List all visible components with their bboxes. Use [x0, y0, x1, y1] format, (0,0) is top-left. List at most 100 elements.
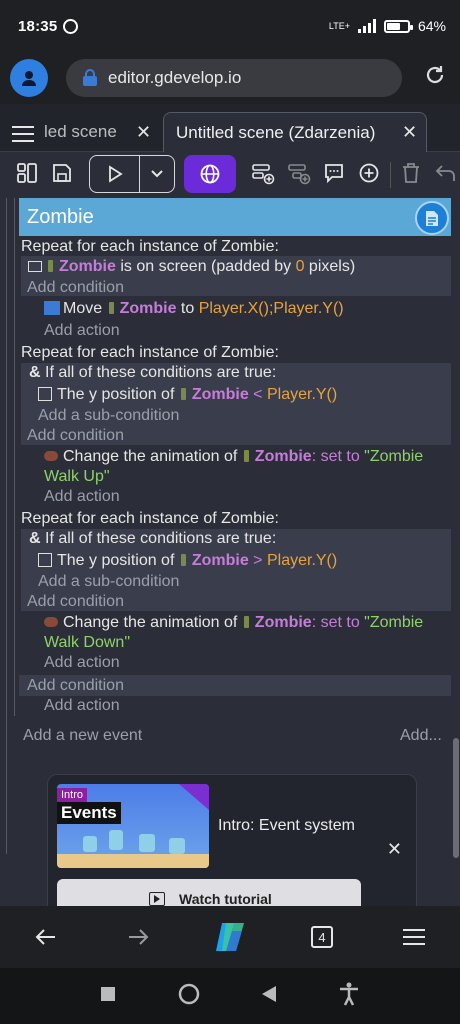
signal-icon [357, 19, 376, 33]
event-group-header[interactable]: Zombie [19, 198, 451, 236]
add-subevent-icon[interactable] [286, 160, 312, 186]
system-nav-bar [0, 968, 460, 1024]
sub-condition-line[interactable]: The y position of Zombie < Player.Y() [38, 386, 337, 404]
zombie-object-icon [48, 260, 53, 272]
toolbar [0, 152, 460, 198]
animation-icon [44, 617, 58, 627]
recents-icon[interactable] [101, 986, 116, 1006]
alarm-icon [63, 18, 79, 34]
repeat-header[interactable]: Repeat for each instance of Zombie: [21, 238, 279, 256]
action-line[interactable]: Change the animation of Zombie: set to "… [44, 447, 444, 487]
add-action-link[interactable]: Add action [44, 322, 120, 340]
sub-condition-line[interactable]: The y position of Zombie > Player.Y() [38, 552, 337, 570]
gdevelop-logo-icon [179, 784, 209, 810]
scrollbar[interactable] [453, 738, 459, 858]
status-bar: 18:35 LTE+ 64% [0, 0, 460, 52]
back-icon[interactable] [262, 985, 277, 1007]
preview-play-icon[interactable] [90, 156, 140, 192]
close-tab-icon[interactable]: ✕ [402, 122, 417, 143]
url-bar[interactable]: editor.gdevelop.io [66, 59, 402, 97]
profile-avatar-icon[interactable] [10, 59, 48, 97]
add-condition-link[interactable]: Add condition [27, 593, 124, 611]
editor-tabs: led scene ✕ Untitled scene (Zdarzenia) ✕ [0, 104, 460, 152]
add-condition-link[interactable]: Add condition [27, 279, 124, 297]
tabs-switcher-icon[interactable]: 4 [276, 926, 368, 948]
add-condition-link[interactable]: Add condition [27, 427, 124, 445]
checkbox-icon [38, 553, 52, 567]
checkbox-icon [38, 387, 52, 401]
home-icon[interactable] [178, 983, 200, 1010]
thumbnail-tag: Intro [57, 788, 88, 802]
browser-bottom-nav: 4 [0, 906, 460, 968]
add-event-icon[interactable] [250, 160, 276, 186]
tab-scene-events[interactable]: Untitled scene (Zdarzenia) ✕ [163, 112, 427, 152]
browser-menu-icon[interactable] [368, 928, 460, 946]
play-video-icon [149, 892, 165, 906]
back-arrow-icon[interactable] [0, 928, 92, 946]
repeat-header[interactable]: Repeat for each instance of Zombie: [21, 344, 279, 362]
close-tab-icon[interactable]: ✕ [136, 122, 151, 143]
status-time: 18:35 [18, 17, 58, 35]
zombie-object-icon [243, 616, 249, 628]
group-title: Zombie [27, 205, 94, 228]
tabs-count: 4 [311, 926, 333, 948]
watch-tutorial-button[interactable]: Watch tutorial [57, 879, 361, 906]
condition-line[interactable]: Zombie is on screen (padded by 0 pixels) [28, 258, 355, 276]
and-condition[interactable]: & If all of these conditions are true: [29, 364, 276, 382]
tab-label: Untitled scene (Zdarzenia) [176, 122, 376, 142]
add-new-event-link[interactable]: Add a new event [23, 727, 142, 745]
tab-label: led scene [44, 122, 117, 141]
tutorial-card: Intro Events Intro: Event system ✕ Watch… [47, 774, 417, 906]
toolbar-divider [390, 162, 391, 188]
battery-percent: 64% [417, 18, 446, 34]
and-icon: & [29, 364, 41, 381]
event-rail [6, 198, 14, 854]
network-type: LTE+ [328, 20, 350, 31]
save-icon[interactable] [49, 160, 75, 186]
delete-icon[interactable] [398, 160, 424, 186]
add-action-link[interactable]: Add action [44, 654, 120, 672]
notes-icon[interactable] [415, 201, 449, 235]
add-action-link[interactable]: Add action [44, 488, 120, 506]
tab-scene[interactable]: led scene ✕ [44, 112, 160, 152]
move-action-icon [44, 301, 60, 315]
chevron-down-icon[interactable] [140, 156, 174, 192]
zombie-object-icon [180, 554, 186, 566]
action-line[interactable]: Change the animation of Zombie: set to "… [44, 613, 444, 653]
accessibility-icon[interactable] [339, 982, 359, 1011]
and-condition[interactable]: & If all of these conditions are true: [29, 530, 276, 548]
site-info-icon[interactable] [82, 69, 98, 87]
add-comment-icon[interactable] [321, 160, 347, 186]
repeat-header[interactable]: Repeat for each instance of Zombie: [21, 510, 279, 528]
objects-panel-icon[interactable] [14, 160, 40, 186]
add-sub-condition-link[interactable]: Add a sub-condition [38, 407, 179, 425]
event-sheet[interactable]: Zombie Repeat for each instance of Zombi… [0, 198, 460, 906]
zombie-object-icon [180, 388, 186, 400]
forward-arrow-icon[interactable] [92, 928, 184, 946]
battery-icon [383, 19, 413, 33]
tutorial-title: Intro: Event system [218, 817, 355, 834]
thumbnail-title: Events [57, 802, 121, 824]
add-action-link[interactable]: Add action [44, 697, 120, 715]
close-card-icon[interactable]: ✕ [387, 839, 402, 860]
watch-tutorial-label: Watch tutorial [179, 891, 272, 906]
add-more-link[interactable]: Add... [400, 727, 442, 745]
menu-icon[interactable] [12, 126, 34, 147]
copilot-icon[interactable] [184, 921, 276, 953]
and-icon: & [29, 530, 41, 547]
preview-button-group [89, 155, 175, 193]
zombie-object-icon [243, 450, 249, 462]
browser-bar: editor.gdevelop.io [0, 52, 460, 104]
reload-icon[interactable] [424, 64, 446, 93]
animation-icon [44, 451, 58, 461]
publish-globe-icon[interactable] [184, 155, 236, 193]
add-condition-link[interactable]: Add condition [27, 677, 124, 695]
undo-icon[interactable] [432, 160, 458, 186]
url-text: editor.gdevelop.io [108, 68, 242, 87]
tutorial-thumbnail[interactable]: Intro Events [57, 784, 209, 868]
action-line[interactable]: Move Zombie to Player.X();Player.Y() [44, 300, 344, 318]
event-rail [14, 198, 19, 716]
add-sub-condition-link[interactable]: Add a sub-condition [38, 573, 179, 591]
add-more-icon[interactable] [356, 160, 382, 186]
thumbnail-ground [57, 854, 209, 868]
